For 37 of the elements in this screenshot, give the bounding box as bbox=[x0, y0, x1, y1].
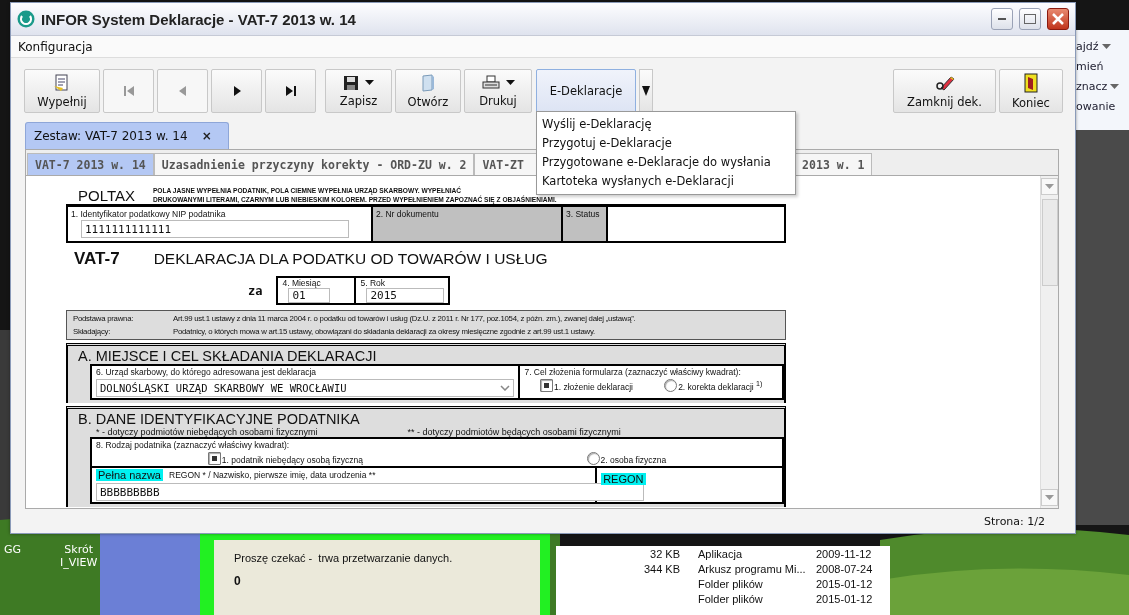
field-tag: REGON bbox=[601, 473, 646, 485]
field-label: 5. Rok bbox=[360, 278, 387, 288]
field-label: 3. Status bbox=[566, 209, 601, 219]
file-date: 2015-01-12 bbox=[816, 578, 873, 590]
field-label: 1. Identyfikator podatkowy NIP podatnika bbox=[71, 209, 227, 219]
radio-label: 1. podatnik niebędący osobą fizyczną bbox=[221, 455, 364, 465]
radio-label: 1. złożenie deklaracji bbox=[554, 382, 633, 392]
page-counter: Strona: 1/2 bbox=[984, 514, 1045, 528]
section-note: ** - dotyczy podmiotów będących osobami fizycznymi bbox=[407, 427, 621, 437]
field-label: 4. Miesiąc bbox=[282, 278, 322, 288]
window-title: INFOR System Deklaracje - VAT-7 2013 w. 14 bbox=[41, 10, 357, 28]
radio-label: 2. osoba fizyczna bbox=[600, 455, 667, 465]
form-code: VAT-7 bbox=[74, 249, 120, 269]
file-date: 2009-11-12 bbox=[816, 548, 872, 560]
progress-message: Proszę czekać - trwa przetwarzanie danych. bbox=[234, 552, 454, 564]
field-label: REGON * / Nazwisko, pierwsze imię, data urodzenia ** bbox=[169, 470, 376, 480]
field-label: 7. Cel złożenia formularza (zaznaczyć właściwy kwadrat): bbox=[524, 367, 742, 377]
file-type: Folder plików bbox=[698, 593, 763, 605]
section-note: * - dotyczy podmiotów niebędących osobami fizycznymi bbox=[96, 427, 318, 437]
file-date: 2008-07-24 bbox=[816, 563, 873, 575]
period-prefix: za bbox=[248, 283, 263, 298]
file-size: 32 KB bbox=[650, 548, 680, 560]
form-brand: POLTAX bbox=[78, 187, 135, 204]
file-date: 2015-01-12 bbox=[816, 593, 873, 605]
section-heading: B. DANE IDENTYFIKACYJNE PODATNIKA bbox=[77, 410, 361, 427]
field-label: 6. Urząd skarbowy, do którego adresowana jest deklaracja bbox=[96, 367, 317, 377]
file-size: 344 KB bbox=[643, 563, 680, 575]
form-title: DEKLARACJA DLA PODATKU OD TOWARÓW I USŁUG bbox=[153, 250, 548, 268]
file-type: Arkusz programu Mi... bbox=[698, 563, 806, 575]
file-type: Aplikacja bbox=[698, 548, 743, 560]
field-label: 2. Nr dokumentu bbox=[376, 209, 440, 219]
file-type: Folder plików bbox=[698, 578, 763, 590]
field-label: 8. Rodzaj podatnika (zaznaczyć właściwy kwadrat): bbox=[96, 440, 291, 450]
field-tag: Pełna nazwa bbox=[96, 469, 163, 481]
progress-count: 0 bbox=[234, 574, 242, 588]
radio-label: 2. korekta deklaracji $^{1)}$ bbox=[678, 380, 763, 392]
section-heading: A. MIEJSCE I CEL SKŁADANIA DEKLARACJI bbox=[77, 347, 378, 364]
